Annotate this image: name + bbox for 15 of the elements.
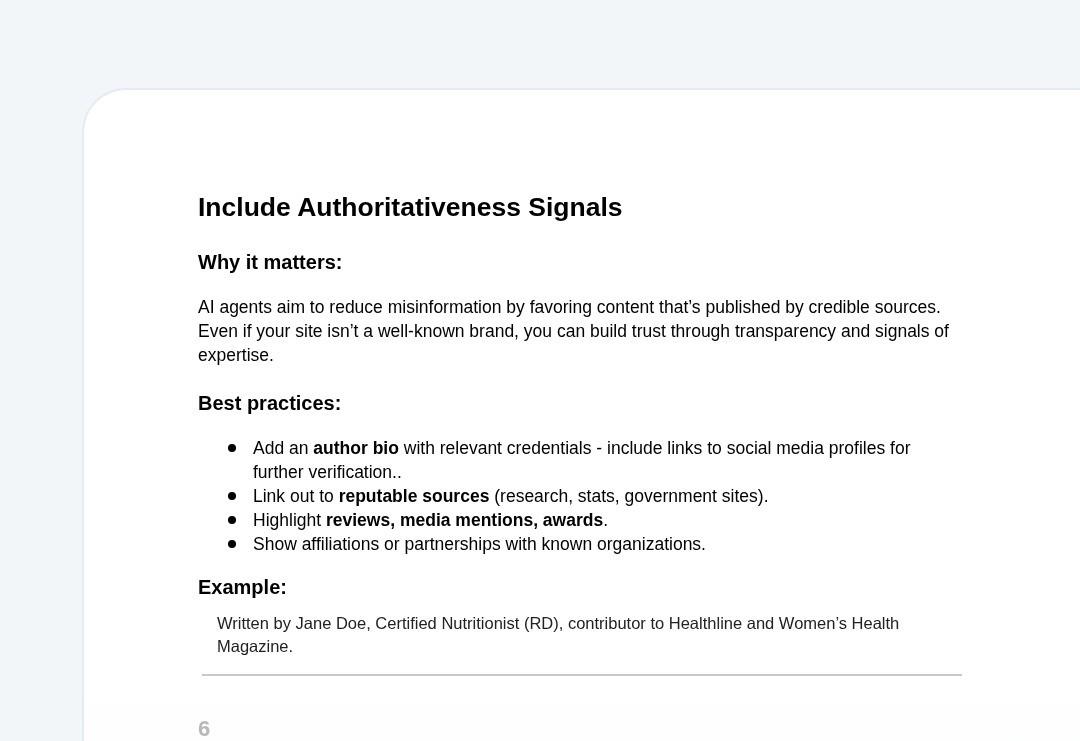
- section-title: Include Authoritativeness Signals: [198, 192, 624, 223]
- section-heading: Example:: [198, 576, 288, 599]
- bullet-icon: [228, 444, 236, 452]
- list-item: Highlight reviews, media mentions, awards.: [253, 509, 610, 532]
- paragraph: AI agents aim to reduce misinformation by favoring content that’s published by credible sources. Even if your site isn’t a well-known brand, you can build trust through transparency and signals of expertise.: [198, 296, 950, 367]
- list-item: Show affiliations or partnerships with known organizations.: [253, 533, 707, 556]
- section-heading: Why it matters:: [198, 251, 344, 274]
- section-number: 6: [198, 716, 212, 741]
- bullet-icon: [228, 540, 236, 548]
- section-heading: Best practices:: [198, 392, 343, 415]
- bullet-icon: [228, 492, 236, 500]
- list-item: Link out to reputable sources (research, stats, government sites).: [253, 485, 770, 508]
- bullet-icon: [228, 516, 236, 524]
- example-text: Written by Jane Doe, Certified Nutritionist (RD), contributor to Healthline and Women’s Health Magazine.: [217, 613, 901, 657]
- list-item: Add an author bio with relevant credentials - include links to social media profiles for further verification..: [253, 437, 912, 484]
